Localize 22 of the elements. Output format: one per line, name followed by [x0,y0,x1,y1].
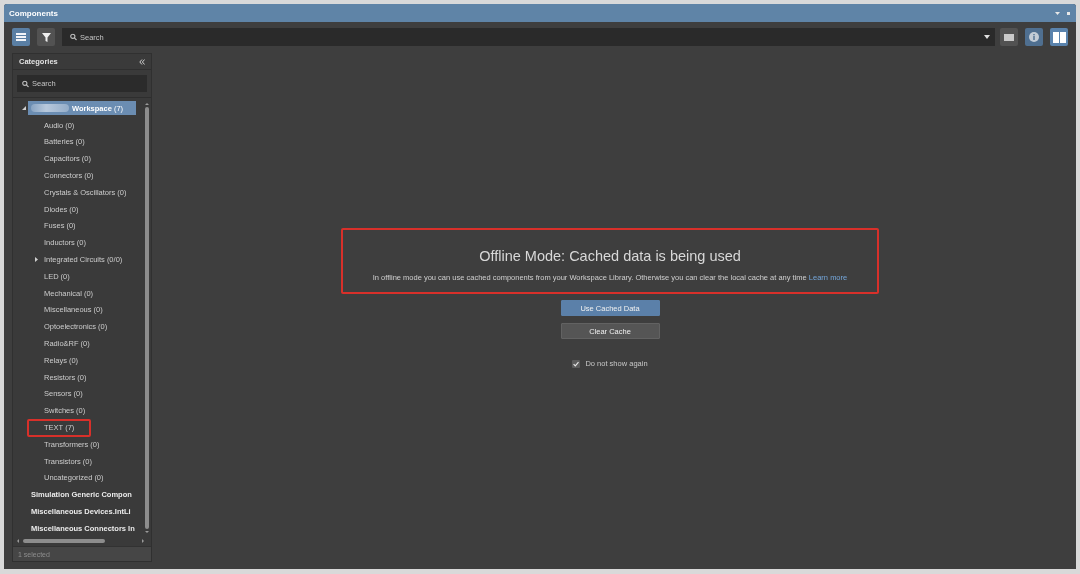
horizontal-scrollbar[interactable] [17,538,144,544]
notice-title: Offline Mode: Cached data is being used [479,247,741,265]
window-title: Components [9,8,58,18]
vertical-scrollbar[interactable] [144,103,149,533]
search-icon [70,33,77,41]
caret-icon[interactable] [22,106,26,111]
search-icon [22,80,29,87]
collapse-icon[interactable] [139,58,145,65]
single-view-button[interactable] [1000,28,1018,46]
rectangle-icon [1004,33,1014,41]
split-view-button[interactable] [1050,28,1068,46]
info-button[interactable] [1025,28,1043,46]
checkbox[interactable] [572,359,581,368]
filter-icon [41,32,51,42]
list-view-button[interactable] [12,28,30,46]
caret-icon[interactable] [35,257,38,263]
split-panel-icon [1052,31,1066,43]
filter-button[interactable] [37,28,55,46]
info-icon [1029,32,1039,42]
list-view-icon [16,33,26,41]
caret-icon[interactable] [984,35,990,39]
square-icon[interactable] [1067,11,1070,15]
